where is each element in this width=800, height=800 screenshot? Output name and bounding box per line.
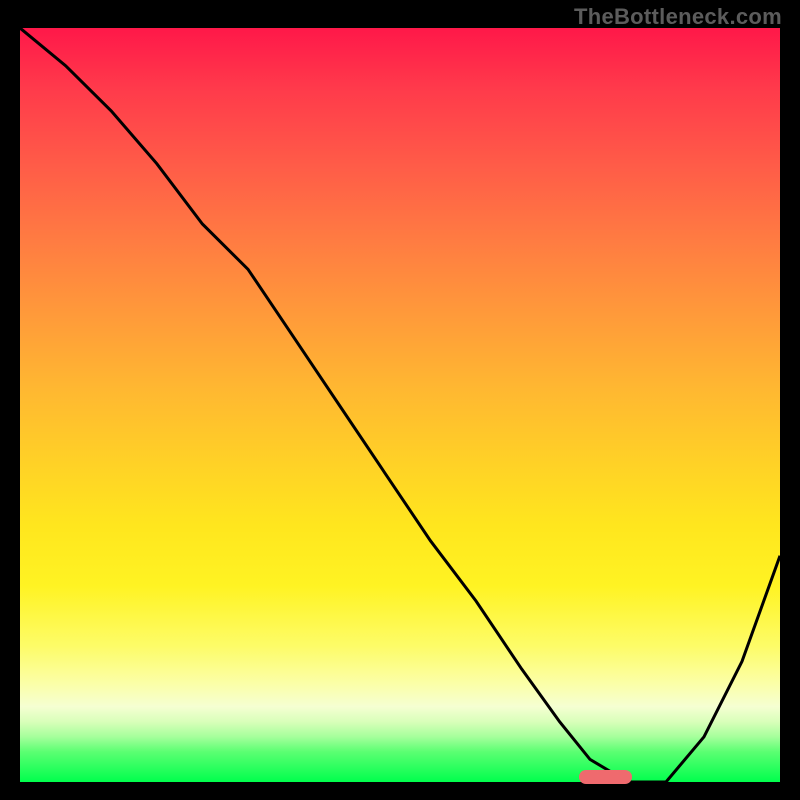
watermark-text: TheBottleneck.com (574, 4, 782, 30)
chart-frame: TheBottleneck.com (0, 0, 800, 800)
curve-svg (20, 28, 780, 782)
plot-area (20, 28, 780, 782)
bottleneck-curve (20, 28, 780, 782)
optimal-marker (579, 770, 632, 784)
